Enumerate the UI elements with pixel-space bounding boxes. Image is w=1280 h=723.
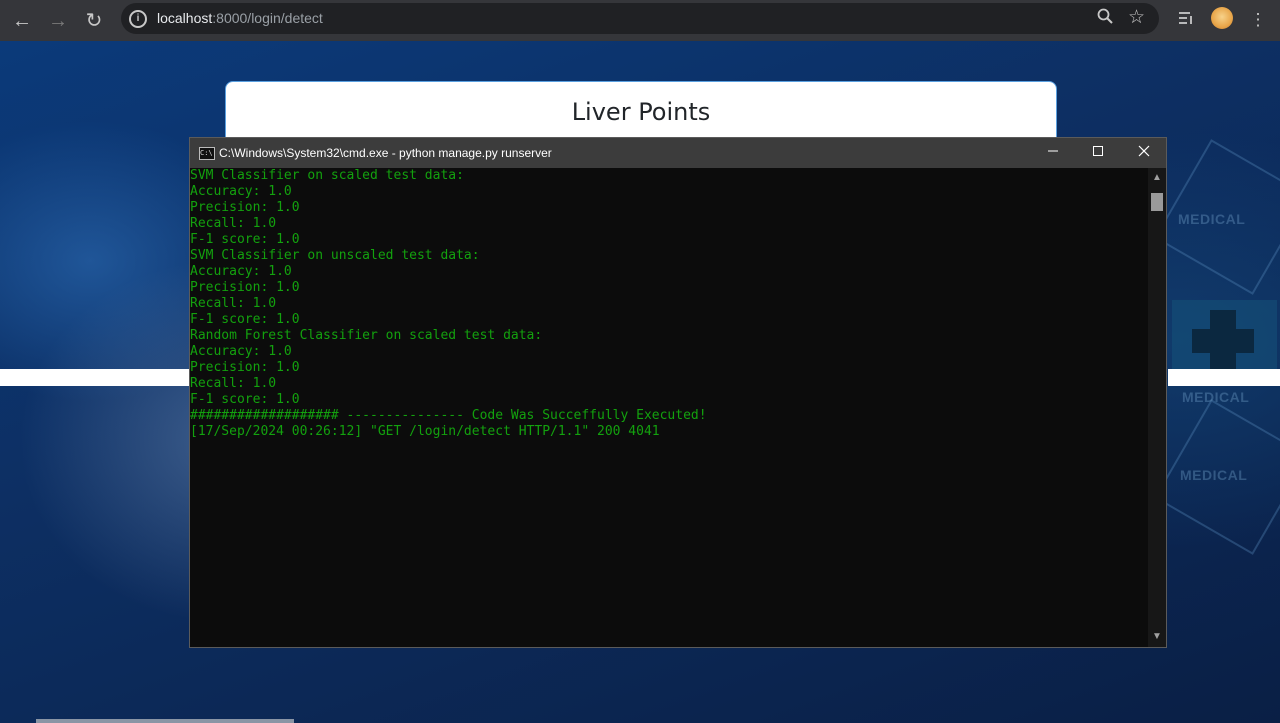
cmd-title-text: C:\Windows\System32\cmd.exe - python man… xyxy=(219,146,552,160)
address-bar[interactable]: i localhost:8000/login/detect ☆ xyxy=(121,3,1159,34)
browser-toolbar: ← → ↻ i localhost:8000/login/detect ☆ ⋮ xyxy=(0,0,1280,41)
console-line: [17/Sep/2024 00:26:12] "GET /login/detec… xyxy=(190,424,660,439)
console-line: Precision: 1.0 xyxy=(190,280,300,295)
console-output[interactable]: SVM Classifier on scaled test data: Accu… xyxy=(190,168,1148,647)
page-divider xyxy=(0,369,190,386)
console-line: ################### --------------- Code… xyxy=(190,408,707,423)
profile-avatar[interactable] xyxy=(1211,7,1233,29)
bg-label-medical: MEDICAL xyxy=(1180,467,1248,483)
page-scroll-indicator xyxy=(36,719,294,723)
console-line: Recall: 1.0 xyxy=(190,296,277,311)
minimize-button[interactable] xyxy=(1030,138,1076,168)
scroll-down-icon[interactable]: ▼ xyxy=(1148,629,1166,645)
console-line: Recall: 1.0 xyxy=(190,376,277,391)
console-line: F-1 score: 1.0 xyxy=(190,392,300,407)
maximize-button[interactable] xyxy=(1075,138,1121,168)
site-info-icon[interactable]: i xyxy=(129,10,147,28)
console-line: Accuracy: 1.0 xyxy=(190,344,292,359)
back-arrow-icon[interactable]: ← xyxy=(8,7,36,35)
cmd-window[interactable]: C:\ C:\Windows\System32\cmd.exe - python… xyxy=(189,137,1167,648)
reading-list-icon[interactable] xyxy=(1173,7,1199,33)
scroll-thumb[interactable] xyxy=(1151,193,1163,211)
cmd-app-icon: C:\ xyxy=(199,147,215,160)
console-line: Accuracy: 1.0 xyxy=(190,184,292,199)
console-line: F-1 score: 1.0 xyxy=(190,232,300,247)
page-divider xyxy=(1168,369,1280,386)
url-host: localhost xyxy=(157,10,213,26)
close-button[interactable] xyxy=(1121,138,1167,168)
close-icon xyxy=(1138,145,1150,157)
console-line: Accuracy: 1.0 xyxy=(190,264,292,279)
zoom-icon[interactable] xyxy=(1097,8,1113,29)
forward-arrow-icon[interactable]: → xyxy=(44,7,72,35)
console-line: Recall: 1.0 xyxy=(190,216,277,231)
maximize-icon xyxy=(1093,146,1103,156)
console-line: Precision: 1.0 xyxy=(190,360,300,375)
minimize-icon xyxy=(1048,150,1058,152)
reload-icon[interactable]: ↻ xyxy=(80,7,108,35)
console-scrollbar[interactable]: ▲ ▼ xyxy=(1148,168,1166,647)
bg-label-medical: MEDICAL xyxy=(1182,389,1250,405)
console-line: Precision: 1.0 xyxy=(190,200,300,215)
console-line: SVM Classifier on unscaled test data: xyxy=(190,248,480,263)
console-line: F-1 score: 1.0 xyxy=(190,312,300,327)
menu-kebab-icon[interactable]: ⋮ xyxy=(1245,7,1271,33)
console-line: Random Forest Classifier on scaled test … xyxy=(190,328,543,343)
url-path: :8000/login/detect xyxy=(212,10,323,26)
bg-label-medical: MEDICAL xyxy=(1178,211,1246,227)
url-text[interactable]: localhost:8000/login/detect xyxy=(157,10,323,26)
cmd-titlebar[interactable]: C:\ C:\Windows\System32\cmd.exe - python… xyxy=(190,138,1166,168)
scroll-up-icon[interactable]: ▲ xyxy=(1148,170,1166,186)
console-line: SVM Classifier on scaled test data: xyxy=(190,168,464,183)
page-title: Liver Points xyxy=(571,98,711,126)
bookmark-star-icon[interactable]: ☆ xyxy=(1128,6,1145,29)
